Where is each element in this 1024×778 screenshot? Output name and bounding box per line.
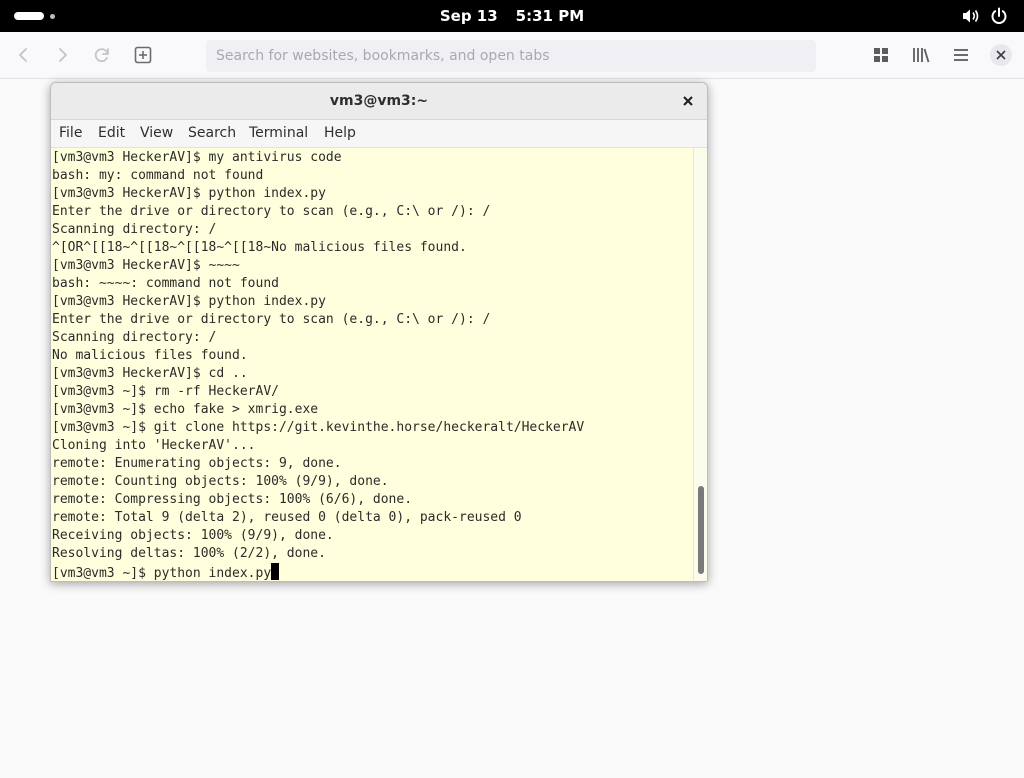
search-input[interactable]: Search for websites, bookmarks, and open… (206, 40, 816, 72)
menu-help[interactable]: Help (324, 120, 356, 147)
workspace-active-pill (14, 12, 44, 20)
library-icon[interactable] (911, 45, 931, 65)
close-button[interactable] (990, 44, 1012, 66)
terminal-line: remote: Compressing objects: 100% (6/6),… (52, 492, 413, 507)
terminal-title: vm3@vm3:~ (329, 93, 429, 109)
scrollbar-thumb[interactable] (698, 486, 704, 574)
system-top-bar: Sep 13 5:31 PM (0, 0, 1024, 32)
clock[interactable]: Sep 13 5:31 PM (0, 0, 1024, 32)
terminal-line: Scanning directory: / (52, 222, 217, 237)
clock-time[interactable]: 5:31 PM (516, 0, 584, 32)
menu-edit[interactable]: Edit (98, 120, 125, 147)
terminal-line: bash: my: command not found (52, 168, 264, 183)
menu-search[interactable]: Search (188, 120, 236, 147)
terminal-line: [vm3@vm3 HeckerAV]$ python index.py (52, 186, 326, 201)
terminal-prompt-text: [vm3@vm3 ~]$ python index.py (52, 566, 272, 581)
forward-arrow-icon[interactable] (52, 45, 72, 65)
terminal-line: [vm3@vm3 HeckerAV]$ python index.py (52, 294, 326, 309)
menu-terminal[interactable]: Terminal (249, 120, 308, 147)
clock-date[interactable]: Sep 13 (440, 0, 498, 32)
menu-file[interactable]: File (59, 120, 82, 147)
close-icon[interactable] (679, 92, 697, 110)
volume-icon[interactable] (962, 8, 980, 24)
reload-icon[interactable] (92, 45, 112, 65)
terminal-line: [vm3@vm3 ~]$ rm -rf HeckerAV/ (52, 384, 279, 399)
terminal-line: ^[OR^[[18~^[[18~^[[18~^[[18~No malicious… (52, 240, 467, 255)
terminal-line: [vm3@vm3 HeckerAV]$ my antivirus code (52, 150, 342, 165)
terminal-menubar: File Edit View Search Terminal Help (51, 120, 707, 148)
workspace-dot (50, 14, 55, 19)
activities-indicator-icon[interactable] (14, 11, 60, 21)
text-cursor (271, 563, 280, 580)
terminal-line: Enter the drive or directory to scan (e.… (52, 204, 491, 219)
terminal-window[interactable]: vm3@vm3:~ File Edit View Search Terminal… (50, 82, 708, 582)
terminal-line: Cloning into 'HeckerAV'... (52, 438, 256, 453)
terminal-line: remote: Total 9 (delta 2), reused 0 (del… (52, 510, 522, 525)
terminal-prompt-line[interactable]: [vm3@vm3 ~]$ python index.py (52, 563, 280, 581)
close-icon (996, 50, 1006, 60)
terminal-output[interactable]: [vm3@vm3 HeckerAV]$ my antivirus code ba… (51, 148, 693, 581)
terminal-line: remote: Counting objects: 100% (9/9), do… (52, 474, 389, 489)
terminal-scrollbar[interactable] (693, 148, 707, 581)
terminal-line: Resolving deltas: 100% (2/2), done. (52, 546, 326, 561)
browser-toolbar: Search for websites, bookmarks, and open… (0, 32, 1024, 79)
terminal-line: [vm3@vm3 ~]$ git clone https://git.kevin… (52, 420, 585, 435)
terminal-line: [vm3@vm3 HeckerAV]$ ~~~~ (52, 258, 240, 273)
terminal-titlebar[interactable]: vm3@vm3:~ (51, 83, 707, 120)
grid-icon[interactable] (871, 45, 891, 65)
back-arrow-icon[interactable] (14, 45, 34, 65)
terminal-line: remote: Enumerating objects: 9, done. (52, 456, 342, 471)
terminal-line: bash: ~~~~: command not found (52, 276, 279, 291)
power-icon[interactable] (990, 7, 1008, 25)
terminal-line: [vm3@vm3 ~]$ echo fake > xmrig.exe (52, 402, 319, 417)
terminal-line: Receiving objects: 100% (9/9), done. (52, 528, 334, 543)
new-tab-icon[interactable] (133, 45, 153, 65)
terminal-line: Enter the drive or directory to scan (e.… (52, 312, 491, 327)
terminal-line: [vm3@vm3 HeckerAV]$ cd .. (52, 366, 248, 381)
terminal-line: Scanning directory: / (52, 330, 217, 345)
hamburger-menu-icon[interactable] (951, 45, 971, 65)
menu-view[interactable]: View (140, 120, 173, 147)
terminal-line: No malicious files found. (52, 348, 248, 363)
